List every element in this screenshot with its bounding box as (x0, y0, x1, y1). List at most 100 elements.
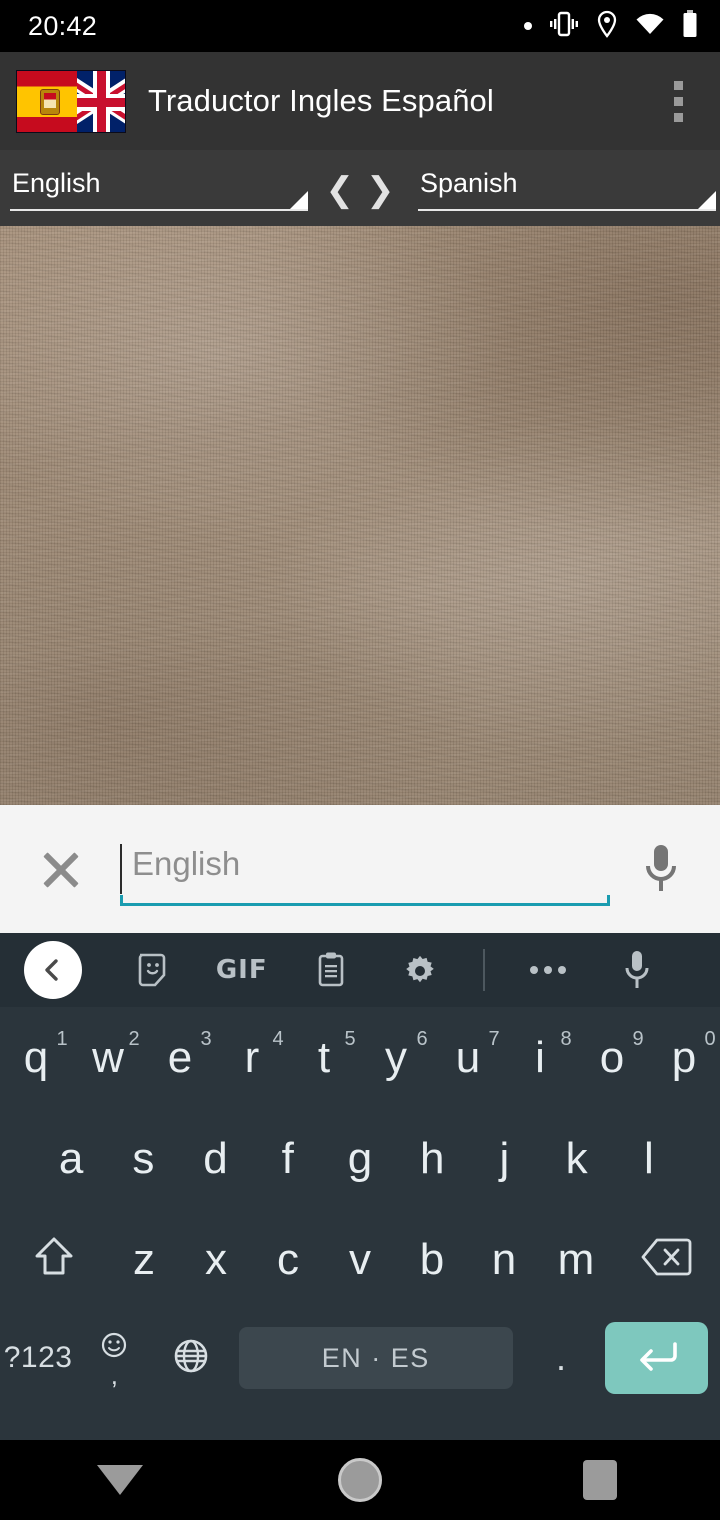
symbols-key[interactable]: ?123 (0, 1308, 76, 1409)
toolbar-divider (483, 949, 486, 991)
key-l[interactable]: l (613, 1108, 685, 1209)
key-label: i (535, 1032, 545, 1082)
language-switch-key[interactable] (152, 1308, 228, 1409)
key-k[interactable]: k (541, 1108, 613, 1209)
key-f[interactable]: f (252, 1108, 324, 1209)
key-label: f (281, 1133, 294, 1183)
keyboard-row-1: 1 q 2 w 3 e 4 r 5 t 6 y 7 u 8 i 9 o 0 p (0, 1007, 720, 1108)
search-input[interactable]: English (120, 832, 610, 906)
translation-result-area[interactable] (0, 226, 720, 805)
key-label: u (455, 1032, 481, 1082)
backspace-key[interactable] (612, 1209, 720, 1310)
settings-button[interactable] (394, 941, 446, 999)
status-icon-tray (524, 9, 698, 43)
back-chevron-button[interactable] (24, 941, 82, 999)
keyboard-key-rows: 1 q 2 w 3 e 4 r 5 t 6 y 7 u 8 i 9 o 0 p … (0, 1007, 720, 1406)
backspace-icon (640, 1237, 692, 1282)
clipboard-button[interactable] (305, 941, 357, 999)
sticker-button[interactable] (127, 941, 179, 999)
key-u[interactable]: 7 u (432, 1007, 504, 1108)
page-title: Traductor Ingles Español (148, 83, 494, 118)
key-number-hint: 2 (128, 1028, 140, 1050)
target-language-spinner[interactable]: Spanish (408, 150, 720, 226)
key-label: e (167, 1032, 193, 1082)
key-j[interactable]: j (468, 1108, 540, 1209)
key-label: l (643, 1133, 654, 1183)
keyboard-row-4: ?123 , EN · ES . (0, 1310, 720, 1406)
key-label: r (244, 1032, 260, 1082)
microphone-icon[interactable] (632, 834, 690, 904)
emoji-comma-key[interactable]: , (76, 1308, 152, 1409)
key-d[interactable]: d (179, 1108, 251, 1209)
key-a[interactable]: a (35, 1108, 107, 1209)
swap-languages-button[interactable]: ❮ ❯ (312, 150, 408, 226)
key-p[interactable]: 0 p (648, 1007, 720, 1108)
key-i[interactable]: 8 i (504, 1007, 576, 1108)
key-z[interactable]: z (108, 1209, 180, 1310)
globe-language-icon (170, 1335, 212, 1382)
status-clock: 20:42 (28, 10, 98, 41)
key-label: d (203, 1133, 228, 1183)
text-input-bar: English (0, 805, 720, 933)
target-language-value: Spanish (420, 168, 518, 198)
source-language-spinner[interactable]: English (0, 150, 312, 226)
voice-input-button[interactable] (611, 941, 663, 999)
key-m[interactable]: m (540, 1209, 612, 1310)
shift-key[interactable] (0, 1209, 108, 1310)
source-language-value: English (12, 168, 101, 198)
swap-right-chevron-icon: ❯ (366, 171, 395, 209)
more-options-button[interactable] (522, 941, 574, 999)
key-label: c (277, 1234, 299, 1284)
dot-indicator-icon (524, 22, 532, 30)
key-t[interactable]: 5 t (288, 1007, 360, 1108)
recents-button[interactable] (480, 1440, 720, 1520)
gboard-keyboard: GIF 1 q 2 w 3 e 4 r 5 t 6 y 7 u 8 i 9 o … (0, 933, 720, 1440)
overflow-menu-icon[interactable] (656, 69, 700, 133)
key-n[interactable]: n (468, 1209, 540, 1310)
key-number-hint: 3 (200, 1028, 212, 1050)
gif-button[interactable]: GIF (216, 941, 268, 999)
location-pin-icon (596, 10, 618, 43)
recents-square-icon (583, 1460, 617, 1500)
key-number-hint: 6 (416, 1028, 428, 1050)
swap-left-chevron-icon: ❮ (325, 171, 355, 209)
home-circle-icon (338, 1458, 382, 1502)
key-s[interactable]: s (107, 1108, 179, 1209)
battery-icon (682, 9, 698, 43)
key-h[interactable]: h (396, 1108, 468, 1209)
key-y[interactable]: 6 y (360, 1007, 432, 1108)
spinner-underline (418, 209, 716, 211)
close-x-icon[interactable] (30, 838, 92, 900)
spinner-dropdown-icon (290, 191, 308, 209)
spain-uk-flag-icon (16, 69, 126, 133)
key-c[interactable]: c (252, 1209, 324, 1310)
key-x[interactable]: x (180, 1209, 252, 1310)
space-key[interactable]: EN · ES (238, 1327, 513, 1389)
symbols-key-label: ?123 (3, 1341, 73, 1374)
key-r[interactable]: 4 r (216, 1007, 288, 1108)
key-o[interactable]: 9 o (576, 1007, 648, 1108)
key-b[interactable]: b (396, 1209, 468, 1310)
android-screen: 20:42 Traductor Ingles Español English ❮… (0, 0, 720, 1520)
key-label: m (557, 1234, 595, 1284)
period-key[interactable]: . (523, 1308, 599, 1409)
key-label: b (419, 1234, 445, 1284)
key-v[interactable]: v (324, 1209, 396, 1310)
home-button[interactable] (240, 1440, 480, 1520)
key-w[interactable]: 2 w (72, 1007, 144, 1108)
key-number-hint: 0 (704, 1028, 716, 1050)
enter-key[interactable] (605, 1322, 709, 1394)
input-placeholder: English (132, 845, 241, 882)
key-label: q (23, 1032, 49, 1082)
spain-flag-half (17, 70, 78, 132)
key-g[interactable]: g (324, 1108, 396, 1209)
app-action-bar: Traductor Ingles Español (0, 52, 720, 150)
key-number-hint: 5 (344, 1028, 356, 1050)
text-cursor (120, 844, 122, 894)
key-e[interactable]: 3 e (144, 1007, 216, 1108)
system-navigation-bar (0, 1440, 720, 1520)
spinner-underline (10, 209, 308, 211)
dismiss-keyboard-button[interactable] (0, 1440, 240, 1520)
key-label: a (58, 1133, 84, 1183)
key-q[interactable]: 1 q (0, 1007, 72, 1108)
